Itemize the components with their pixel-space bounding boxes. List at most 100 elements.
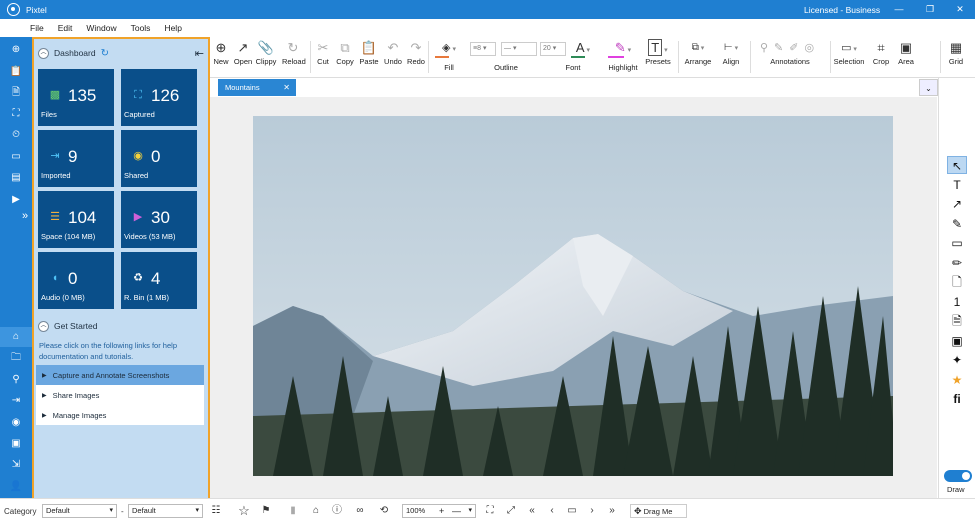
stamp-icon[interactable]: ▣ <box>947 332 967 350</box>
id-card-icon[interactable]: ▣ <box>8 437 24 451</box>
fill-button[interactable]: ◈ ▾ Fill <box>432 39 466 73</box>
image-canvas[interactable] <box>210 97 937 498</box>
area-button[interactable]: ▣ Area <box>894 39 918 67</box>
pencil-icon[interactable]: ✏ <box>947 254 967 272</box>
eye-icon[interactable]: ◉ <box>8 416 24 430</box>
region-capture-icon[interactable]: ⛶ <box>8 107 24 121</box>
zoom-out-icon[interactable]: — <box>452 505 461 517</box>
clippy-button[interactable]: 📎 Clippy <box>255 39 277 67</box>
link-icon[interactable]: ∞ <box>352 503 368 519</box>
font-color-button[interactable]: A ▾ <box>568 39 598 58</box>
paste-button[interactable]: 📋 Paste <box>358 39 380 67</box>
fit-screen-icon[interactable]: ⛶ <box>482 503 498 519</box>
user-icon[interactable]: 👤 <box>8 480 24 494</box>
arrange-button[interactable]: ⧉ ▾ Arrange <box>680 39 716 67</box>
video-record-icon[interactable]: ▶ <box>8 193 24 207</box>
font-size-select[interactable]: 20 ▾ <box>540 42 566 56</box>
export-icon[interactable]: ⇥ <box>8 394 24 408</box>
copy-button[interactable]: ⧉ Copy <box>334 39 356 67</box>
pointer-icon[interactable]: ↖ <box>947 156 967 174</box>
properties-icon[interactable]: ☷ <box>208 503 224 519</box>
window-icon[interactable]: ▭ <box>8 150 24 164</box>
tab-mountains[interactable]: Mountains ✕ <box>218 79 296 96</box>
outline-style-select[interactable]: — ▾ <box>501 42 537 56</box>
new-button[interactable]: ⊕ New <box>210 39 232 67</box>
draw-toggle[interactable] <box>944 470 972 482</box>
document-icon[interactable]: 🗎 <box>8 86 24 100</box>
secondary-select[interactable]: Default ▾ <box>128 504 203 518</box>
arrow-icon[interactable]: ↗ <box>947 195 967 213</box>
fullscreen-icon[interactable]: ▭ <box>564 503 580 519</box>
stat-tile[interactable]: ◉ 0 Shared <box>121 130 197 187</box>
link-capture-annotate[interactable]: ▶ Capture and Annotate Screenshots <box>36 365 204 385</box>
refresh-icon[interactable]: ↻ <box>101 48 109 59</box>
close-window-button[interactable]: ✕ <box>946 0 974 19</box>
pin-collapse-icon[interactable]: ⇤ <box>195 47 204 60</box>
zoom-in-icon[interactable]: + <box>439 505 444 517</box>
scroll-capture-icon[interactable]: ▤ <box>8 171 24 185</box>
restore-button[interactable]: ❐ <box>916 0 944 19</box>
blank-page-icon[interactable]: 🗋 <box>947 273 967 291</box>
history-icon[interactable]: ⟲ <box>376 503 392 519</box>
expand-icon[interactable]: » <box>20 209 30 223</box>
align-button[interactable]: ⊢ ▾ Align <box>716 39 746 67</box>
annotations-group[interactable]: ⚲✎✐◎ Annotations <box>754 39 826 67</box>
star-icon[interactable]: ☆ <box>236 503 252 519</box>
category-select[interactable]: Default ▾ <box>42 504 117 518</box>
stat-tile[interactable]: ▩ 135 Files <box>38 69 114 126</box>
collapse-icon[interactable]: ︿ <box>38 320 49 332</box>
step-number-icon[interactable]: 1 <box>947 293 967 311</box>
flag-icon[interactable]: ⚑ <box>258 503 274 519</box>
last-image-icon[interactable]: » <box>604 503 620 519</box>
crop-button[interactable]: ⌗ Crop <box>870 39 892 67</box>
sparkle-icon[interactable]: ✦ <box>947 351 967 369</box>
clipboard-icon[interactable]: 📋 <box>8 65 24 79</box>
actual-size-icon[interactable]: ⤢ <box>503 503 519 519</box>
stat-tile[interactable]: ◖ 0 Audio (0 MB) <box>38 252 114 309</box>
tag-icon[interactable]: ⌂ <box>308 503 324 519</box>
stat-tile[interactable]: ⛶ 126 Captured <box>121 69 197 126</box>
stat-tile[interactable]: ♻ 4 R. Bin (1 MB) <box>121 252 197 309</box>
redo-button[interactable]: ↷ Redo <box>405 39 427 67</box>
outline-width-select[interactable]: ≡8 ▾ <box>470 42 496 56</box>
document-icon[interactable]: 🗎 <box>947 312 967 330</box>
stat-tile[interactable]: ⇥ 9 Imported <box>38 130 114 187</box>
zoom-control[interactable]: 100% + — ▾ <box>402 504 476 518</box>
first-image-icon[interactable]: « <box>524 503 540 519</box>
menu-edit[interactable]: Edit <box>51 23 80 33</box>
bookmark-icon[interactable]: ▮ <box>285 503 301 519</box>
info-icon[interactable]: ⓘ <box>329 503 345 519</box>
undo-button[interactable]: ↶ Undo <box>382 39 404 67</box>
text-icon[interactable]: T <box>947 176 967 194</box>
highlight-button[interactable]: ✎ ▾ Highlight <box>604 39 642 73</box>
search-icon[interactable]: ⚲ <box>8 373 24 387</box>
selection-button[interactable]: ▭ ▾ Selection <box>832 39 866 67</box>
pen-icon[interactable]: ✎ <box>947 215 967 233</box>
capture-icon[interactable]: ⊕ <box>8 43 24 57</box>
folder-icon[interactable]: 🗀 <box>8 351 24 365</box>
link-manage-images[interactable]: ▶ Manage Images <box>36 405 204 425</box>
hamburger-menu-icon[interactable]: ☰ <box>8 23 24 37</box>
previous-image-icon[interactable]: ‹ <box>544 503 560 519</box>
timer-icon[interactable]: ⏲ <box>8 128 24 142</box>
mountain-photo[interactable] <box>253 116 893 476</box>
reload-button[interactable]: ↻ Reload <box>282 39 306 67</box>
minimize-button[interactable]: — <box>885 0 913 19</box>
grid-button[interactable]: ▦ Grid <box>946 39 966 67</box>
tab-list-dropdown[interactable]: ⌄ <box>919 79 938 96</box>
stat-tile[interactable]: ☰ 104 Space (104 MB) <box>38 191 114 248</box>
menu-window[interactable]: Window <box>79 23 123 33</box>
menu-help[interactable]: Help <box>157 23 188 33</box>
star-icon[interactable]: ★ <box>947 371 967 389</box>
home-icon[interactable]: ⌂ <box>0 327 32 347</box>
stat-tile[interactable]: ▶ 30 Videos (53 MB) <box>121 191 197 248</box>
fi-ligature-icon[interactable]: fi <box>947 390 967 408</box>
close-tab-icon[interactable]: ✕ <box>283 79 290 96</box>
link-share-images[interactable]: ▶ Share Images <box>36 385 204 405</box>
cut-button[interactable]: ✂ Cut <box>312 39 334 67</box>
login-icon[interactable]: ⇲ <box>8 458 24 472</box>
rectangle-icon[interactable]: ▭ <box>947 234 967 252</box>
next-image-icon[interactable]: › <box>584 503 600 519</box>
collapse-icon[interactable]: ︿ <box>38 47 49 59</box>
presets-button[interactable]: T ▾ Presets <box>642 39 674 67</box>
